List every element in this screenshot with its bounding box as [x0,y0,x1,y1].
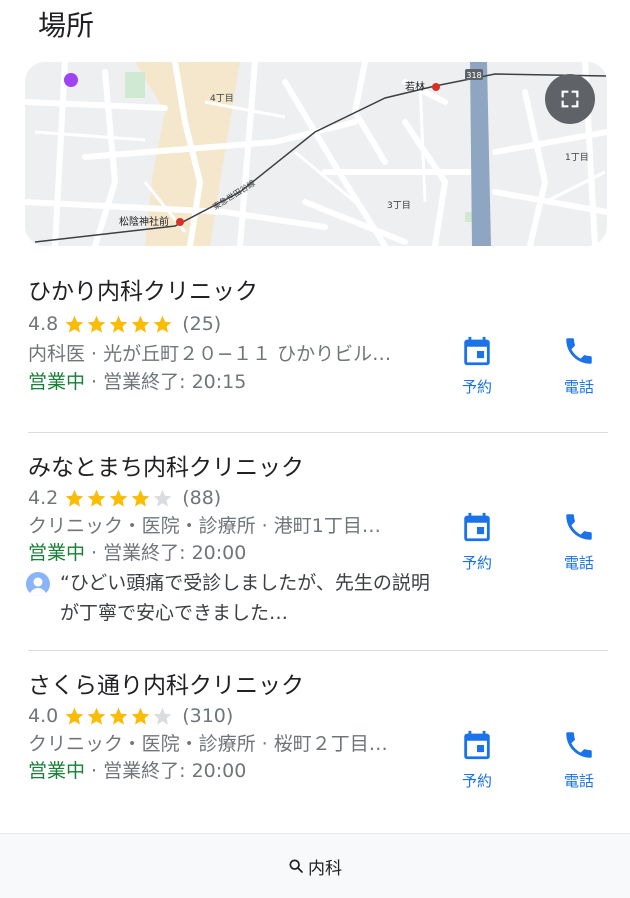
open-status: 営業中 [28,371,86,393]
search-query: 内科 [308,858,342,879]
rating-row: 4.8 (25) [28,311,221,337]
closing-time: · 営業終了: 20:00 [85,542,247,564]
search-more-button[interactable]: 内科 [0,833,630,898]
star-full-icon [153,315,172,333]
book-label: 予約 [461,554,492,572]
phone-icon [566,338,592,364]
star-full-icon [131,315,150,333]
expand-map-button[interactable] [545,74,595,124]
book-button[interactable]: 予約 [442,334,512,397]
review-snippet: “ひどい頭痛で受診しましたが、先生の説明が丁寧で安心できました… [26,568,430,628]
divider [28,432,608,433]
person-icon [29,577,47,596]
route-shield-label: 318 [466,71,481,80]
phone-icon [566,732,592,758]
star-full-icon [65,707,84,725]
map-label-district-1: 1丁目 [565,152,589,163]
star-full-icon [65,315,84,333]
star-rating [64,314,174,335]
star-full-icon [87,489,106,507]
call-button[interactable]: 電話 [544,728,614,791]
star-full-icon [131,707,150,725]
book-button[interactable]: 予約 [442,728,512,791]
open-status: 営業中 [28,542,86,564]
calendar-icon [464,336,490,366]
call-button[interactable]: 電話 [544,334,614,397]
map-label-station-west: 松陰神社前 [119,215,169,228]
star-full-icon [109,707,128,725]
open-status: 営業中 [28,760,86,782]
book-label: 予約 [461,772,492,790]
map-label-station-east: 若林 [405,80,425,93]
hours-line: 営業中 · 営業終了: 20:00 [28,539,246,567]
avatar [26,572,50,596]
listing-3[interactable]: さくら通り内科クリニック 4.0 (310) クリニック・医院・診療所 · 桜町… [0,664,630,832]
rating-value: 4.2 [28,487,59,509]
map-label-district-3: 3丁目 [387,200,411,211]
search-icon [289,859,303,873]
closing-time: · 営業終了: 20:00 [85,760,247,782]
star-rating [64,706,174,727]
call-button[interactable]: 電話 [544,510,614,573]
book-button[interactable]: 予約 [442,510,512,573]
listing-name[interactable]: みなとまち内科クリニック [28,452,304,484]
divider [28,650,608,651]
section-title: 場所 [38,9,95,42]
review-count: (310) [182,705,234,727]
call-label: 電話 [563,772,594,790]
star-full-icon [131,489,150,507]
rating-value: 4.8 [28,313,59,335]
phone-icon [566,514,592,540]
star-full-icon [65,489,84,507]
star-full-icon [109,489,128,507]
calendar-icon [464,730,490,760]
review-count: (25) [182,313,222,335]
star-rating [64,488,174,509]
map-label-district-4: 4丁目 [210,93,234,104]
hours-line: 営業中 · 営業終了: 20:15 [28,368,246,396]
star-full-icon [109,315,128,333]
review-text: “ひどい頭痛で受診しましたが、先生の説明が丁寧で安心できました… [60,572,430,624]
star-full-icon [87,315,106,333]
rating-row: 4.2 (88) [28,485,221,511]
listing-info: 内科医 · 光が丘町２０−１１ ひかりビル… [28,343,392,365]
star-empty-icon [153,489,172,507]
listing-name[interactable]: さくら通り内科クリニック [28,670,304,702]
star-empty-icon [153,707,172,725]
book-label: 予約 [461,378,492,396]
listing-name[interactable]: ひかり内科クリニック [28,276,258,308]
star-full-icon [87,707,106,725]
call-label: 電話 [563,378,594,396]
listing-2[interactable]: みなとまち内科クリニック 4.2 (88) クリニック・医院・診療所 · 港町1… [0,446,630,650]
call-label: 電話 [563,554,594,572]
hours-line: 営業中 · 営業終了: 20:00 [28,757,246,785]
expand-icon [561,90,579,108]
rating-row: 4.0 (310) [28,703,233,729]
listing-info: クリニック・医院・診療所 · 港町1丁目… [28,515,381,537]
map-graphic: 318 4丁目 3丁目 1丁目 若林 松陰神社前 東急世田谷線 [25,62,607,246]
closing-time: · 営業終了: 20:15 [85,371,247,393]
map-preview[interactable]: 318 4丁目 3丁目 1丁目 若林 松陰神社前 東急世田谷線 [25,62,607,246]
listing-info: クリニック・医院・診療所 · 桜町２丁目… [28,733,388,755]
listing-1[interactable]: ひかり内科クリニック 4.8 (25) 内科医 · 光が丘町２０−１１ ひかりビ… [0,270,630,432]
rating-value: 4.0 [28,705,59,727]
calendar-icon [464,512,490,542]
review-count: (88) [182,487,222,509]
